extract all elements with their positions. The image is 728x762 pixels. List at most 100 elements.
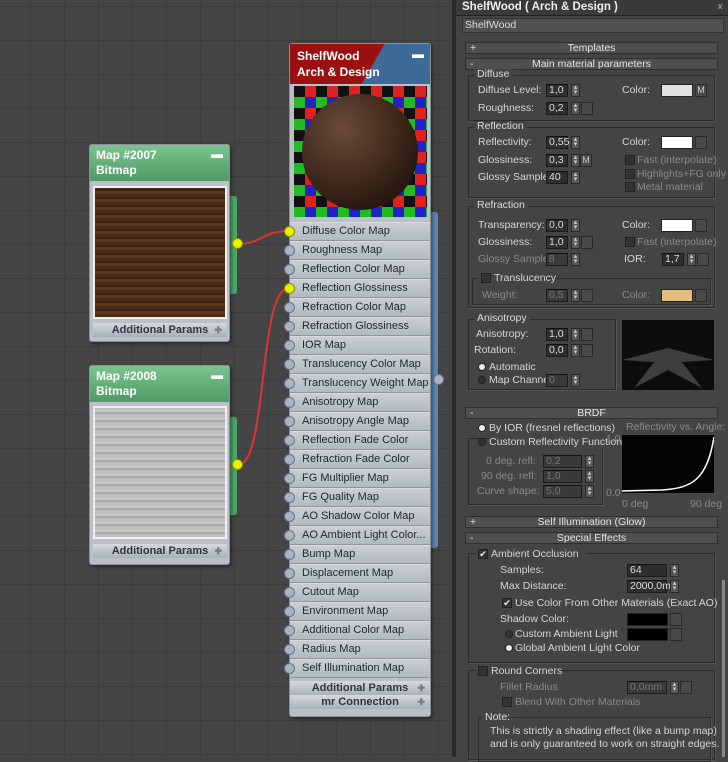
spinner-arrows[interactable]: ▴ ▾ bbox=[585, 470, 594, 483]
metal-material-checkbox[interactable] bbox=[625, 182, 635, 192]
input-socket[interactable] bbox=[284, 226, 295, 237]
diffuse-color-swatch[interactable] bbox=[661, 84, 693, 97]
map-slot[interactable]: Reflection Fade Color Map bbox=[284, 431, 430, 463]
deg0-field[interactable]: 0,2 bbox=[543, 455, 582, 468]
fillet-radius-field[interactable]: 0,0mm bbox=[627, 681, 667, 694]
close-button[interactable]: x bbox=[718, 1, 723, 11]
map-slot[interactable]: FG Multiplier Map bbox=[284, 469, 430, 488]
spinner-arrows[interactable]: ▴ ▾ bbox=[571, 171, 580, 184]
input-socket[interactable] bbox=[284, 492, 295, 503]
refraction-glossiness-field[interactable]: 1,0 bbox=[546, 236, 568, 249]
map-slot[interactable]: Cutout Map bbox=[284, 583, 430, 602]
refraction-fast-checkbox[interactable] bbox=[625, 237, 635, 247]
transparency-field[interactable]: 0,0 bbox=[546, 219, 568, 232]
map-node-2008[interactable]: Map #2008 Bitmap ▬ Additional Params ✚ bbox=[89, 365, 230, 565]
map-button[interactable] bbox=[581, 344, 593, 357]
map-slot[interactable]: Translucency Color Map bbox=[284, 355, 430, 374]
deg90-field[interactable]: 1,0 bbox=[543, 470, 582, 483]
input-socket[interactable] bbox=[284, 340, 295, 351]
scrollbar-thumb[interactable] bbox=[722, 580, 725, 757]
map-slot[interactable]: Anisotropy Map bbox=[284, 393, 430, 412]
reflectivity-field[interactable]: 0,55 bbox=[546, 136, 569, 149]
weight-field[interactable]: 0,5 bbox=[546, 289, 568, 302]
material-name-input[interactable]: ShelfWood bbox=[462, 18, 724, 33]
mr-connection-bar[interactable]: mr Connection ✚ bbox=[290, 695, 430, 709]
map-slot[interactable]: Additional Color Map bbox=[284, 621, 430, 640]
translucency-checkbox[interactable] bbox=[481, 273, 491, 283]
map-button[interactable] bbox=[581, 102, 593, 115]
fast-interpolate-checkbox[interactable] bbox=[625, 155, 635, 165]
map-channel-radio[interactable] bbox=[478, 376, 486, 384]
map-slot[interactable]: Environment Map bbox=[284, 602, 430, 621]
diffuse-level-field[interactable]: 1,0 bbox=[546, 84, 568, 97]
input-socket[interactable] bbox=[284, 359, 295, 370]
spinner-arrows[interactable]: ▴ ▾ bbox=[571, 289, 580, 302]
curve-shape-field[interactable]: 5,0 bbox=[543, 485, 582, 498]
map-button[interactable] bbox=[670, 628, 682, 641]
input-socket[interactable] bbox=[284, 302, 295, 313]
shadow-color-swatch[interactable] bbox=[627, 613, 668, 626]
rollout-brdf[interactable]: - BRDF bbox=[465, 407, 718, 419]
input-socket[interactable] bbox=[284, 568, 295, 579]
input-socket[interactable] bbox=[284, 549, 295, 560]
spinner-arrows[interactable]: ▴ ▾ bbox=[571, 328, 580, 341]
additional-params-bar[interactable]: Additional Params ✚ bbox=[290, 681, 430, 695]
input-socket[interactable] bbox=[284, 454, 295, 465]
refraction-samples-field[interactable]: 8 bbox=[546, 253, 568, 266]
map-slot[interactable]: Reflection Glossiness Map bbox=[284, 279, 430, 311]
rollout-self_illum[interactable]: + Self Illumination (Glow) bbox=[465, 516, 718, 528]
node-view[interactable]: Map #2007 Bitmap ▬ Additional Params ✚ Map … bbox=[0, 0, 452, 757]
map-button[interactable] bbox=[697, 253, 709, 266]
spinner-arrows[interactable]: ▴ ▾ bbox=[585, 485, 594, 498]
map-slot[interactable]: AO Ambient Light Color... bbox=[284, 526, 430, 545]
spinner-arrows[interactable]: ▴ ▾ bbox=[670, 681, 679, 694]
map-button[interactable] bbox=[581, 289, 593, 302]
rollout-templates[interactable]: + Templates bbox=[465, 42, 718, 54]
ao-samples-field[interactable]: 64 bbox=[627, 564, 667, 577]
use-color-checkbox[interactable]: ✔ bbox=[502, 598, 512, 608]
round-corners-checkbox[interactable] bbox=[478, 666, 488, 676]
output-socket[interactable] bbox=[433, 374, 444, 385]
input-socket[interactable] bbox=[284, 644, 295, 655]
spinner-arrows[interactable]: ▴ ▾ bbox=[571, 84, 580, 97]
map-slot[interactable]: Bump Map bbox=[284, 545, 430, 564]
map-slot[interactable]: Refraction Glossiness Map bbox=[284, 317, 430, 349]
spinner-arrows[interactable]: ▴ ▾ bbox=[670, 580, 679, 593]
map-button[interactable] bbox=[680, 681, 692, 694]
custom-ambient-radio[interactable] bbox=[505, 630, 513, 638]
spinner-arrows[interactable]: ▴ ▾ bbox=[571, 219, 580, 232]
by-ior-radio[interactable] bbox=[478, 424, 486, 432]
automatic-radio[interactable] bbox=[478, 363, 486, 371]
map-button[interactable] bbox=[695, 136, 707, 149]
diffuse-map-button[interactable]: M bbox=[695, 84, 707, 97]
spinner-arrows[interactable]: ▴ ▾ bbox=[585, 455, 594, 468]
glossy-samples-field[interactable]: 40 bbox=[546, 171, 568, 184]
map-button[interactable] bbox=[581, 236, 593, 249]
input-socket[interactable] bbox=[284, 511, 295, 522]
map-slot[interactable]: Anisotropy Angle Map bbox=[284, 412, 430, 431]
input-socket[interactable] bbox=[284, 397, 295, 408]
map-button[interactable] bbox=[695, 219, 707, 232]
spinner-arrows[interactable]: ▴ ▾ bbox=[571, 154, 580, 167]
map-slot[interactable]: Displacement Map bbox=[284, 564, 430, 583]
anisotropy-field[interactable]: 1,0 bbox=[546, 328, 568, 341]
input-socket[interactable] bbox=[284, 606, 295, 617]
output-socket[interactable] bbox=[232, 238, 243, 249]
input-socket[interactable] bbox=[284, 321, 295, 332]
map-slot[interactable]: Translucency Weight Map bbox=[284, 374, 430, 393]
input-socket[interactable] bbox=[284, 625, 295, 636]
map-button[interactable] bbox=[695, 289, 707, 302]
output-socket[interactable] bbox=[232, 459, 243, 470]
max-distance-field[interactable]: 2000,0mm bbox=[627, 580, 680, 593]
blend-checkbox[interactable] bbox=[502, 697, 512, 707]
map-channel-field[interactable]: 0 bbox=[546, 374, 568, 387]
rollout-special[interactable]: - Special Effects bbox=[465, 532, 718, 544]
map-slot[interactable]: AO Shadow Color Map bbox=[284, 507, 430, 526]
input-socket[interactable] bbox=[284, 530, 295, 541]
map-slot[interactable]: IOR Map bbox=[284, 336, 430, 355]
refraction-color-swatch[interactable] bbox=[661, 219, 693, 232]
ambient-color-swatch[interactable] bbox=[627, 628, 668, 641]
material-node-shelfwood[interactable]: ShelfWood Arch & Design ▬ Diffuse Color M… bbox=[284, 43, 431, 717]
input-socket[interactable] bbox=[284, 435, 295, 446]
map-slot[interactable]: Roughness Map bbox=[284, 241, 430, 260]
